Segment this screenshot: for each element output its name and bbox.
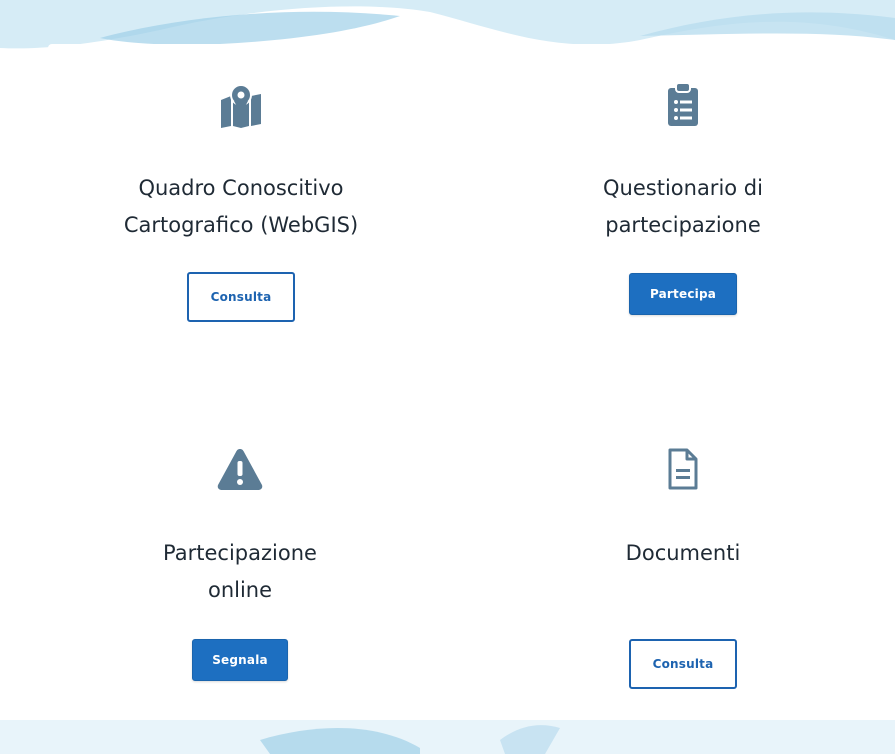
- partecipa-button[interactable]: Partecipa: [629, 273, 737, 315]
- consulta-documenti-button[interactable]: Consulta: [629, 639, 737, 689]
- consulta-webgis-button[interactable]: Consulta: [187, 272, 295, 322]
- card-partecipazione-online: Partecipazione online Segnala: [40, 405, 440, 715]
- card-title-line2: Cartografico (WebGIS): [123, 213, 359, 237]
- card-title: Questionario di: [603, 176, 763, 200]
- card-title: Quadro Conoscitivo: [138, 176, 344, 200]
- clipboard-list-icon: [668, 82, 698, 126]
- card-documenti: Documenti Consulta: [488, 405, 878, 715]
- card-title: Documenti: [625, 541, 741, 565]
- card-title: Partecipazione: [163, 541, 317, 565]
- card-title-line2: partecipazione: [605, 213, 761, 237]
- card-webgis: Quadro Conoscitivo Cartografico (WebGIS)…: [48, 44, 434, 359]
- document-icon: [668, 448, 698, 490]
- warning-triangle-icon: [217, 449, 263, 490]
- map-marker-icon: [221, 84, 261, 128]
- card-title-line2: online: [207, 578, 273, 602]
- card-questionario: Questionario di partecipazione Partecipa: [488, 44, 878, 359]
- segnala-button[interactable]: Segnala: [192, 639, 288, 681]
